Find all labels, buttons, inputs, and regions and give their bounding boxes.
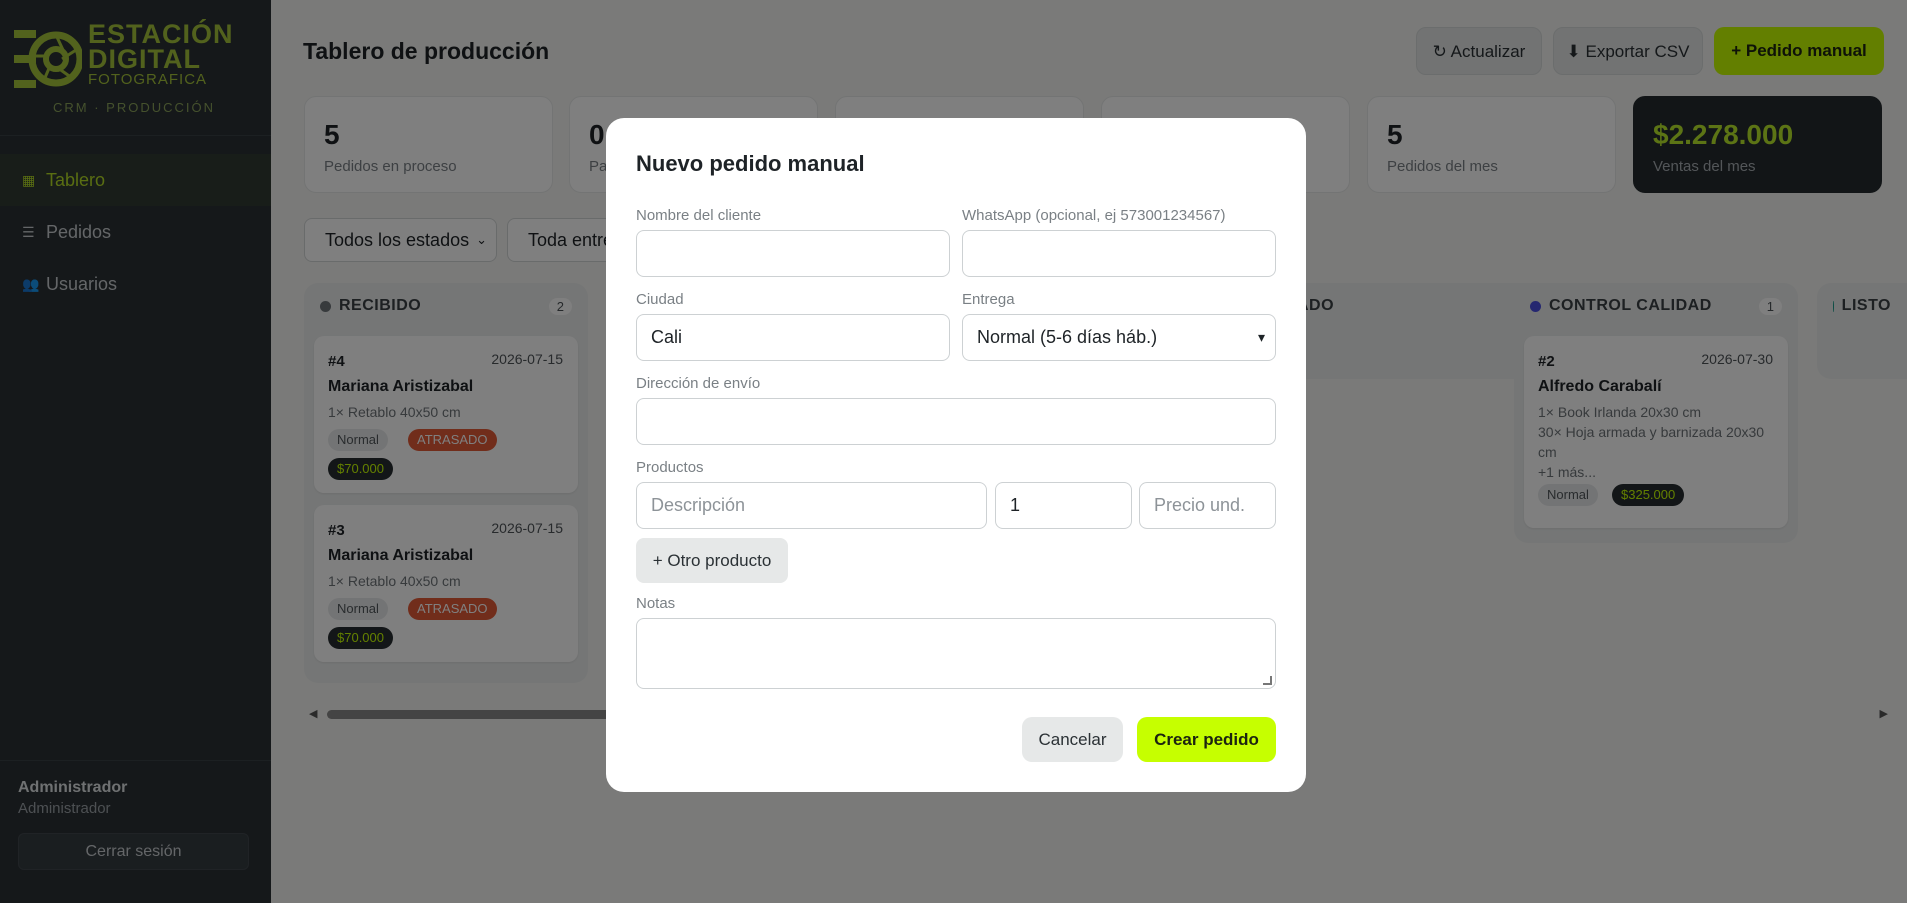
delivery-select[interactable]: Normal (5-6 días háb.) ▾ — [962, 314, 1276, 361]
modal-title: Nuevo pedido manual — [636, 151, 865, 176]
city-label: Ciudad — [636, 291, 684, 308]
delivery-label: Entrega — [962, 291, 1015, 308]
create-order-button[interactable]: Crear pedido — [1137, 717, 1276, 762]
product-description-input[interactable]: Descripción — [636, 482, 987, 529]
city-value: Cali — [651, 327, 683, 347]
quantity-value: 1 — [1010, 495, 1021, 515]
resize-handle-icon[interactable] — [1263, 676, 1272, 685]
whatsapp-input[interactable] — [962, 230, 1276, 277]
notes-textarea[interactable] — [636, 618, 1276, 689]
products-label: Productos — [636, 459, 704, 476]
notes-label: Notas — [636, 595, 676, 612]
city-input[interactable]: Cali — [636, 314, 950, 361]
client-name-label: Nombre del cliente — [636, 207, 762, 224]
whatsapp-label: WhatsApp (opcional, ej 573001234567) — [962, 207, 1226, 224]
product-quantity-input[interactable]: 1 — [995, 482, 1132, 529]
add-product-button[interactable]: + Otro producto — [636, 538, 788, 583]
description-placeholder: Descripción — [651, 495, 746, 515]
cancel-button[interactable]: Cancelar — [1022, 717, 1123, 762]
address-input[interactable] — [636, 398, 1276, 445]
new-order-modal: Nuevo pedido manual Nombre del cliente W… — [606, 118, 1306, 792]
delivery-value: Normal (5-6 días háb.) — [977, 327, 1158, 347]
chevron-down-icon: ▾ — [1257, 329, 1265, 345]
price-placeholder: Precio und. — [1154, 495, 1246, 515]
address-label: Dirección de envío — [636, 375, 761, 392]
client-name-input[interactable] — [636, 230, 950, 277]
product-price-input[interactable]: Precio und. — [1139, 482, 1276, 529]
